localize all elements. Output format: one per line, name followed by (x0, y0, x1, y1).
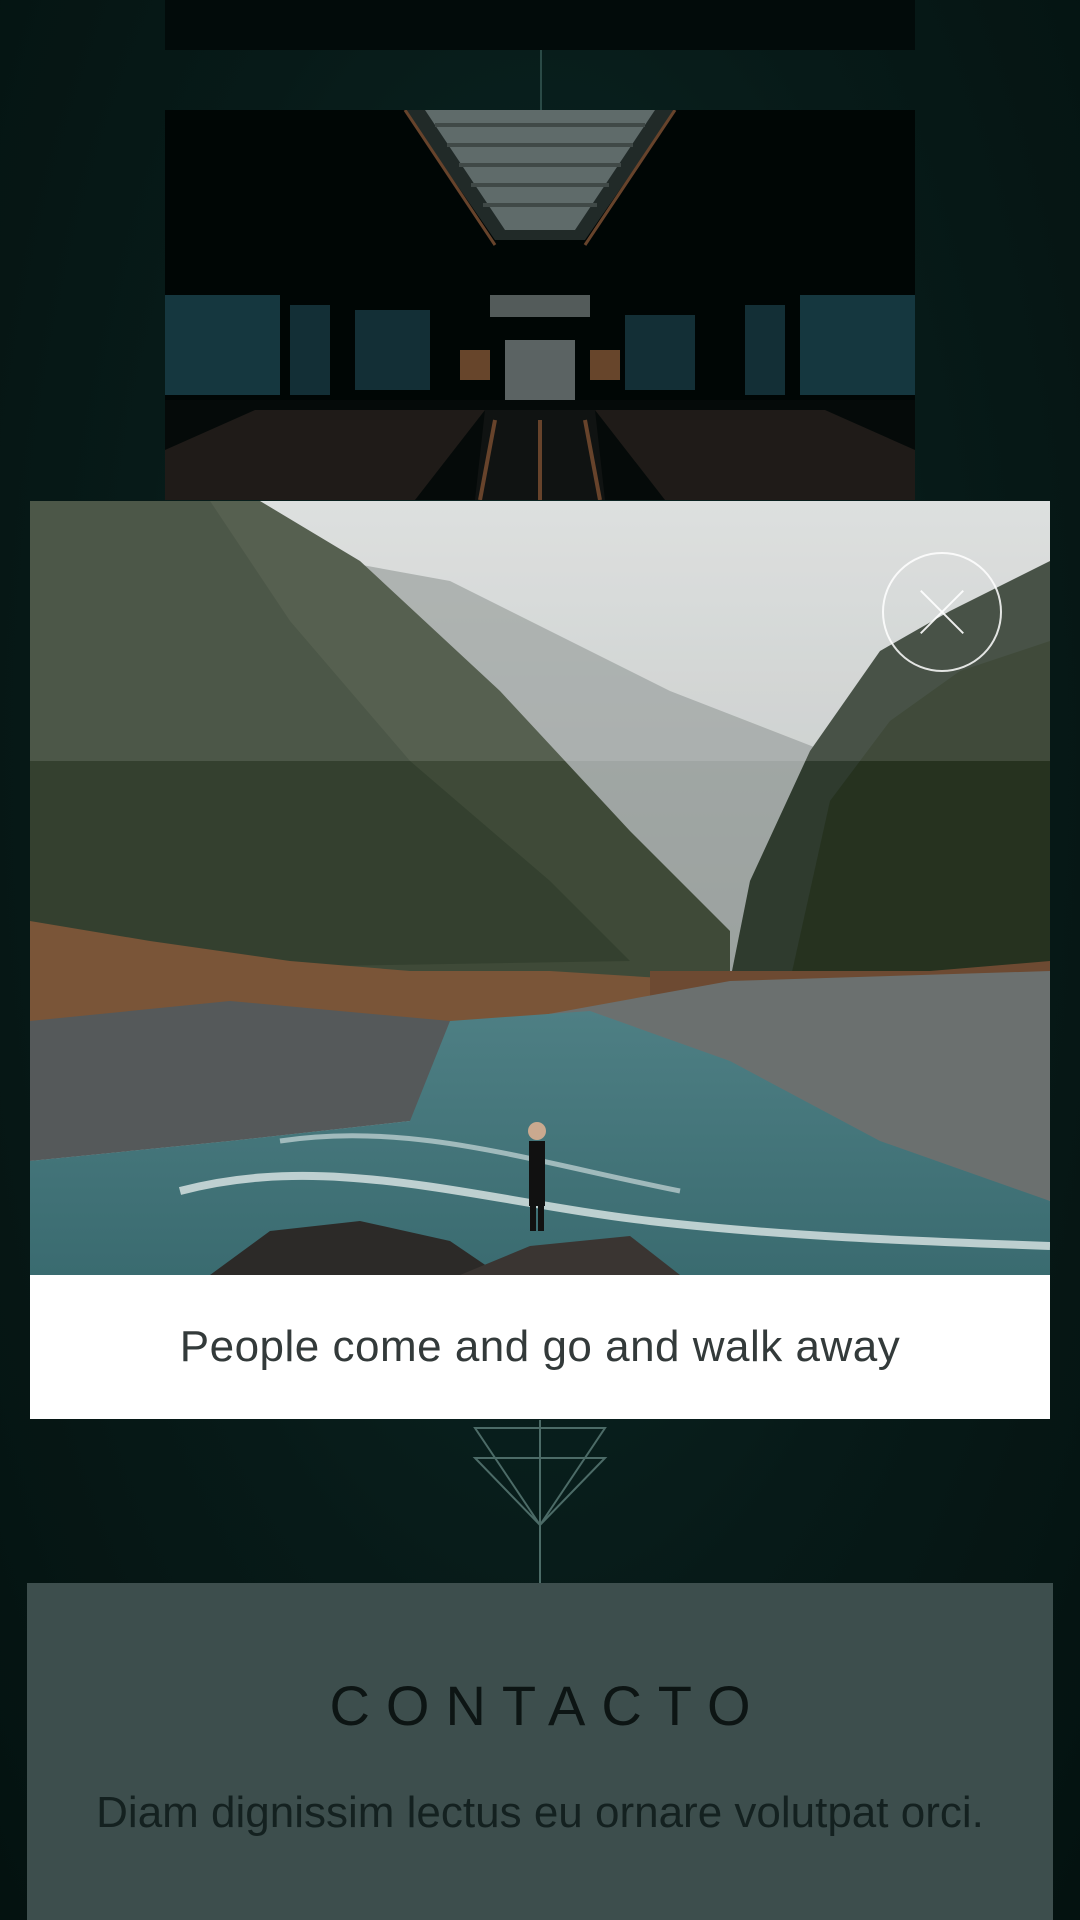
triangle-ornament-icon (470, 1420, 610, 1585)
close-icon (920, 590, 964, 634)
close-button[interactable] (882, 552, 1002, 672)
gallery-top-image[interactable] (165, 0, 915, 50)
connector-line-top (540, 50, 542, 110)
escalator-photo-icon (165, 110, 915, 500)
gallery-escalator-image[interactable] (165, 110, 915, 500)
lightbox-caption-area: People come and go and walk away (30, 1275, 1050, 1419)
contact-description: Diam dignissim lectus eu ornare volutpat… (96, 1788, 984, 1837)
contact-title: CONTACTO (329, 1674, 767, 1737)
contact-section: CONTACTO Diam dignissim lectus eu ornare… (27, 1583, 1053, 1920)
lightbox-modal: People come and go and walk away (30, 501, 1050, 1419)
lightbox-caption: People come and go and walk away (179, 1322, 901, 1371)
